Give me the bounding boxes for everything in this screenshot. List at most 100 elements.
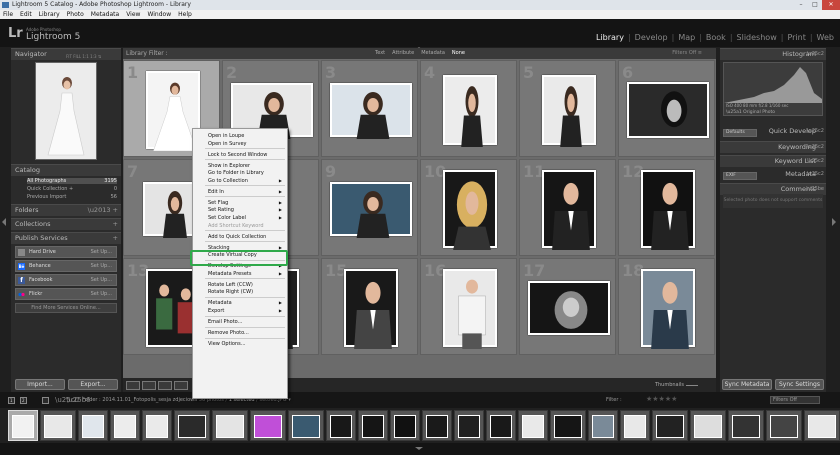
- keyword-list-header[interactable]: Keyword List \u25c2: [720, 155, 826, 167]
- menu-view[interactable]: View: [126, 10, 140, 19]
- minimize-button[interactable]: –: [794, 0, 808, 10]
- photo-thumbnail[interactable]: [640, 169, 695, 250]
- photo-thumbnail[interactable]: [343, 268, 398, 349]
- module-book[interactable]: Book: [706, 33, 726, 42]
- filter-none-button[interactable]: None: [452, 48, 465, 59]
- filmstrip-thumbnail[interactable]: [766, 410, 802, 441]
- rating-filter-stars[interactable]: ★★★★★: [646, 395, 677, 403]
- collections-header[interactable]: Collections +: [11, 218, 121, 230]
- menu-item-export[interactable]: Export ▶: [194, 307, 286, 315]
- grid-icon[interactable]: [42, 397, 49, 404]
- publish-services-header[interactable]: Publish Services +: [11, 232, 121, 244]
- quick-develop-preset-select[interactable]: Defaults: [723, 129, 757, 137]
- left-panel-toggle-icon[interactable]: [2, 218, 6, 226]
- grid-view-icon[interactable]: [126, 381, 140, 390]
- filmstrip-thumbnail[interactable]: [78, 410, 108, 441]
- module-web[interactable]: Web: [817, 33, 834, 42]
- grid-cell[interactable]: 3: [321, 60, 418, 157]
- filmstrip-thumbnail[interactable]: [486, 410, 516, 441]
- menu-library[interactable]: Library: [39, 10, 60, 19]
- filmstrip-thumbnail[interactable]: [142, 410, 172, 441]
- sync-settings-button[interactable]: Sync Settings: [775, 379, 824, 390]
- histogram-header[interactable]: Histogram \u25c2: [720, 48, 826, 60]
- filmstrip-thumbnail[interactable]: [358, 410, 388, 441]
- menu-item-rotate-right-cw[interactable]: Rotate Right (CW): [194, 288, 286, 296]
- grid-cell[interactable]: 18: [618, 258, 715, 355]
- menu-item-lock-to-second-window[interactable]: Lock to Second Window: [194, 151, 286, 159]
- maximize-button[interactable]: □: [808, 0, 822, 10]
- publish-service-behance[interactable]: Bē Behance Set Up...: [15, 260, 117, 272]
- filmstrip-thumbnail[interactable]: [518, 410, 548, 441]
- catalog-item-quick-collection[interactable]: Quick Collection +0: [27, 186, 117, 192]
- menu-item-metadata-presets[interactable]: Metadata Presets ▶: [194, 270, 286, 278]
- navigator-preview[interactable]: [35, 62, 97, 160]
- grid-cell[interactable]: 5: [519, 60, 616, 157]
- filmstrip-thumbnail[interactable]: [8, 410, 38, 441]
- photo-thumbnail[interactable]: [541, 74, 596, 147]
- right-panel-toggle-icon[interactable]: [832, 218, 836, 226]
- filmstrip-thumbnail[interactable]: [174, 410, 210, 441]
- filmstrip-thumbnail[interactable]: [690, 410, 726, 441]
- publish-service-flickr[interactable]: Flickr Set Up...: [15, 288, 117, 300]
- module-print[interactable]: Print: [787, 33, 805, 42]
- catalog-item-all-photographs[interactable]: All Photographs 3195: [27, 178, 117, 184]
- filmstrip-thumbnail[interactable]: [804, 410, 840, 441]
- photo-thumbnail[interactable]: [640, 268, 695, 349]
- publish-service-hard-drive[interactable]: Hard Drive Set Up...: [15, 246, 117, 258]
- menu-metadata[interactable]: Metadata: [91, 10, 119, 19]
- photo-thumbnail[interactable]: [442, 268, 497, 349]
- navigator-zoom-options[interactable]: FIT FILL 1:1 1:3 ⇅: [66, 51, 101, 62]
- module-slideshow[interactable]: Slideshow: [737, 33, 777, 42]
- filmstrip-thumbnail[interactable]: [652, 410, 688, 441]
- grid-cell[interactable]: 4: [420, 60, 517, 157]
- folders-header[interactable]: Folders \u2013 +: [11, 204, 121, 216]
- thumbnail-size-slider[interactable]: [686, 385, 698, 386]
- menu-item-add-to-quick-collection[interactable]: Add to Quick Collection: [194, 233, 286, 241]
- menu-file[interactable]: File: [3, 10, 13, 19]
- filmstrip-thumbnail[interactable]: [454, 410, 484, 441]
- sync-metadata-button[interactable]: Sync Metadata: [722, 379, 772, 390]
- close-button[interactable]: ✕: [822, 0, 840, 10]
- photo-thumbnail[interactable]: [442, 169, 497, 250]
- add-collection-icon[interactable]: +: [113, 219, 118, 230]
- grid-cell[interactable]: 9: [321, 159, 418, 256]
- survey-view-icon[interactable]: [174, 381, 188, 390]
- menu-help[interactable]: Help: [178, 10, 192, 19]
- filmstrip-thumbnail[interactable]: [212, 410, 248, 441]
- original-photo-checkbox[interactable]: \u25a1 Original Photo: [726, 110, 775, 115]
- photo-thumbnail[interactable]: [626, 81, 709, 138]
- catalog-header[interactable]: Catalog: [11, 164, 121, 176]
- module-map[interactable]: Map: [678, 33, 695, 42]
- module-library[interactable]: Library: [596, 33, 624, 42]
- grid-cell[interactable]: 16: [420, 258, 517, 355]
- menu-item-edit-in[interactable]: Edit In ▶: [194, 188, 286, 196]
- photo-thumbnail[interactable]: [329, 82, 412, 139]
- menu-edit[interactable]: Edit: [20, 10, 32, 19]
- filmstrip-thumbnail[interactable]: [550, 410, 586, 441]
- module-develop[interactable]: Develop: [635, 33, 668, 42]
- menu-photo[interactable]: Photo: [67, 10, 84, 19]
- filmstrip-thumbnail[interactable]: [288, 410, 324, 441]
- add-publish-service-icon[interactable]: +: [113, 233, 118, 244]
- menu-item-email-photo[interactable]: Email Photo...: [194, 318, 286, 326]
- grid-cell[interactable]: 10: [420, 159, 517, 256]
- menu-item-remove-photo[interactable]: Remove Photo...: [194, 329, 286, 337]
- quick-develop-header[interactable]: Quick Develop \u25c2: [758, 126, 826, 138]
- filmstrip-thumbnail[interactable]: [588, 410, 618, 441]
- menu-item-view-options[interactable]: View Options...: [194, 340, 286, 348]
- filmstrip-thumbnail[interactable]: [620, 410, 650, 441]
- page-2-button[interactable]: 2: [20, 397, 27, 404]
- menu-window[interactable]: Window: [147, 10, 171, 19]
- add-folder-icon[interactable]: \u2013 +: [88, 205, 118, 216]
- photo-thumbnail[interactable]: [527, 280, 610, 335]
- photo-thumbnail[interactable]: [442, 74, 497, 147]
- photo-thumbnail[interactable]: [329, 181, 412, 238]
- keywording-header[interactable]: Keywording \u25c2: [720, 141, 826, 153]
- filmstrip-thumbnail[interactable]: [728, 410, 764, 441]
- metadata-header[interactable]: Metadata \u25c2: [758, 169, 826, 181]
- page-1-button[interactable]: 1: [8, 397, 15, 404]
- find-more-services-button[interactable]: Find More Services Online...: [15, 303, 117, 313]
- filter-text-button[interactable]: Text: [375, 48, 385, 59]
- filmstrip-thumbnail[interactable]: [110, 410, 140, 441]
- comments-box[interactable]: Selected photo does not support comments: [723, 194, 823, 208]
